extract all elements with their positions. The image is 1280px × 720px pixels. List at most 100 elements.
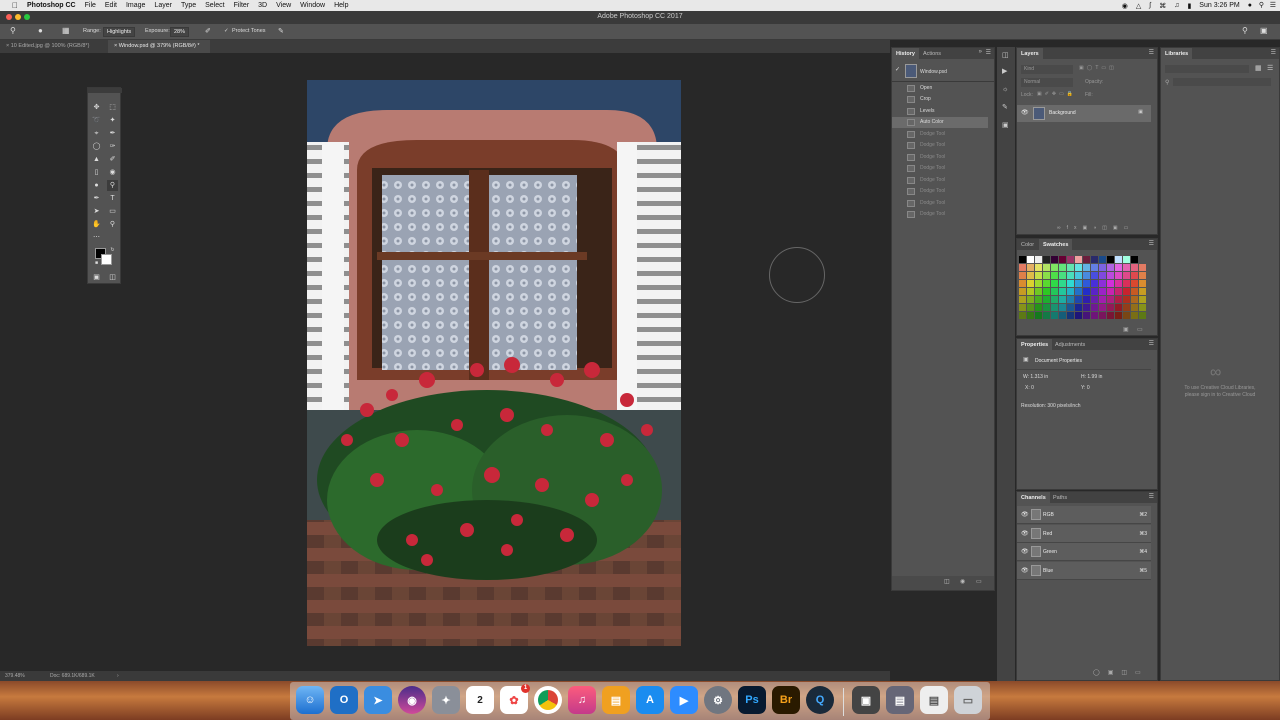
color-swatch[interactable] <box>1115 296 1122 303</box>
history-step[interactable]: Dodge Tool <box>892 163 988 174</box>
workspace-icon[interactable]: ▣ <box>1260 26 1268 35</box>
color-swatch[interactable] <box>1083 264 1090 271</box>
swap-colors-icon[interactable]: ↻ <box>107 245 118 256</box>
brush-panel-icon[interactable]: ▦ <box>62 26 70 35</box>
tab-color[interactable]: Color <box>1017 239 1038 250</box>
toolbox-grip[interactable] <box>88 88 122 93</box>
blend-mode-select[interactable]: Normal <box>1021 78 1073 87</box>
ibooks-icon[interactable]: ▤ <box>602 686 630 714</box>
eye-icon[interactable]: 👁 <box>1021 511 1029 518</box>
quicktime-icon[interactable]: Q <box>806 686 834 714</box>
color-swatch[interactable] <box>1067 312 1074 319</box>
panel-menu-icon[interactable]: ☰ <box>1149 493 1154 500</box>
snapshot-thumbnail[interactable] <box>905 64 917 78</box>
adjustments-panel-icon[interactable]: ☼ <box>1002 86 1008 93</box>
menu-image[interactable]: Image <box>126 2 145 9</box>
color-swatch[interactable] <box>1107 312 1114 319</box>
color-swatch[interactable] <box>1059 256 1066 263</box>
path-selection-tool-icon[interactable]: ➤ <box>91 206 102 217</box>
color-swatch[interactable] <box>1139 312 1146 319</box>
brush-tool-icon[interactable]: ✑ <box>107 141 118 152</box>
color-swatch[interactable] <box>1091 280 1098 287</box>
search-icon[interactable]: ⚲ <box>1242 26 1248 35</box>
color-swatch[interactable] <box>1051 296 1058 303</box>
menu-filter[interactable]: Filter <box>234 2 250 9</box>
quick-mask-icon[interactable]: ▣ <box>91 272 102 283</box>
eraser-tool-icon[interactable]: ▯ <box>91 167 102 178</box>
dodge-tool-icon[interactable]: ⚲ <box>107 180 118 191</box>
user-icon[interactable]: ● <box>1248 2 1252 9</box>
x-value[interactable]: X: 0 <box>1025 385 1034 391</box>
color-swatch[interactable] <box>1019 296 1026 303</box>
color-swatch[interactable] <box>1107 264 1114 271</box>
safari-icon[interactable]: ➤ <box>364 686 392 714</box>
menu-file[interactable]: File <box>85 2 96 9</box>
menu-edit[interactable]: Edit <box>105 2 117 9</box>
color-swatch[interactable] <box>1115 256 1122 263</box>
layer-filter-kind[interactable]: Kind <box>1021 65 1073 74</box>
color-swatch[interactable] <box>1035 264 1042 271</box>
trash-icon[interactable]: ▭ <box>1137 326 1143 333</box>
color-swatch[interactable] <box>1083 280 1090 287</box>
color-swatch[interactable] <box>1075 312 1082 319</box>
color-swatch[interactable] <box>1027 296 1034 303</box>
color-swatch[interactable] <box>1131 272 1138 279</box>
status-arrow-icon[interactable]: › <box>117 673 119 679</box>
color-swatch[interactable] <box>1139 280 1146 287</box>
color-swatch[interactable] <box>1035 288 1042 295</box>
eye-icon[interactable]: 👁 <box>1021 548 1029 555</box>
color-swatch[interactable] <box>1027 280 1034 287</box>
width-value[interactable]: W: 1.313 in <box>1023 374 1048 380</box>
color-swatch[interactable] <box>1051 288 1058 295</box>
menu-3d[interactable]: 3D <box>258 2 267 9</box>
color-swatch[interactable] <box>1107 304 1114 311</box>
notification-center-icon[interactable]: ☰ <box>1270 1 1276 9</box>
preview-icon[interactable]: ▤ <box>886 686 914 714</box>
color-swatch[interactable] <box>1043 304 1050 311</box>
color-swatch[interactable] <box>1099 264 1106 271</box>
tab-10-edited[interactable]: × 10 Edited.jpg @ 100% (RGB/8*) <box>0 40 108 53</box>
grid-view-icon[interactable]: ▦ <box>1255 64 1262 72</box>
color-swatch[interactable] <box>1043 272 1050 279</box>
color-swatch[interactable] <box>1051 280 1058 287</box>
tab-window-psd[interactable]: × Window.psd @ 379% (RGB/8#) * <box>108 40 210 53</box>
color-swatch[interactable] <box>1051 264 1058 271</box>
color-swatch[interactable] <box>1027 288 1034 295</box>
clone-stamp-tool-icon[interactable]: ▲ <box>91 154 102 165</box>
color-swatch[interactable] <box>1059 264 1066 271</box>
color-swatch[interactable] <box>1043 256 1050 263</box>
panel-menu-icon[interactable]: ☰ <box>1149 340 1154 347</box>
color-swatch[interactable] <box>1123 264 1130 271</box>
tab-layers[interactable]: Layers <box>1017 48 1043 59</box>
default-colors-icon[interactable]: ■ <box>91 258 102 269</box>
edit-toolbar-icon[interactable]: ⋯ <box>91 232 102 243</box>
color-swatch[interactable] <box>1107 272 1114 279</box>
color-swatch[interactable] <box>1059 296 1066 303</box>
color-swatch[interactable] <box>1027 312 1034 319</box>
color-swatch[interactable] <box>1075 288 1082 295</box>
color-swatch[interactable] <box>1091 264 1098 271</box>
color-swatch[interactable] <box>1139 272 1146 279</box>
exposure-input[interactable]: 28% <box>170 27 190 37</box>
color-swatch[interactable] <box>1123 256 1130 263</box>
collapse-icon[interactable]: » <box>979 49 982 55</box>
lock-icons[interactable]: ▣✐✥▭🔒 <box>1037 91 1076 97</box>
color-swatch[interactable] <box>1115 288 1122 295</box>
list-view-icon[interactable]: ☰ <box>1267 64 1273 72</box>
color-swatch[interactable] <box>1083 312 1090 319</box>
color-swatch[interactable] <box>1099 288 1106 295</box>
zoom-level[interactable]: 379.48% <box>5 673 25 679</box>
panel-menu-icon[interactable]: ☰ <box>986 49 991 56</box>
blur-tool-icon[interactable]: ● <box>91 180 102 191</box>
color-swatch[interactable] <box>1019 256 1026 263</box>
color-swatch[interactable] <box>1019 312 1026 319</box>
color-swatch[interactable] <box>1131 256 1138 263</box>
color-swatch[interactable] <box>1043 280 1050 287</box>
history-step[interactable]: Dodge Tool <box>892 129 988 140</box>
protect-tones-checkbox[interactable]: ✓ <box>224 28 229 34</box>
app-menu[interactable]: Photoshop CC <box>27 2 76 9</box>
color-swatch[interactable] <box>1027 256 1034 263</box>
new-document-from-state-icon[interactable]: ◫ <box>944 578 950 585</box>
color-swatch[interactable] <box>1123 272 1130 279</box>
panel-menu-icon[interactable]: ☰ <box>1271 49 1276 56</box>
